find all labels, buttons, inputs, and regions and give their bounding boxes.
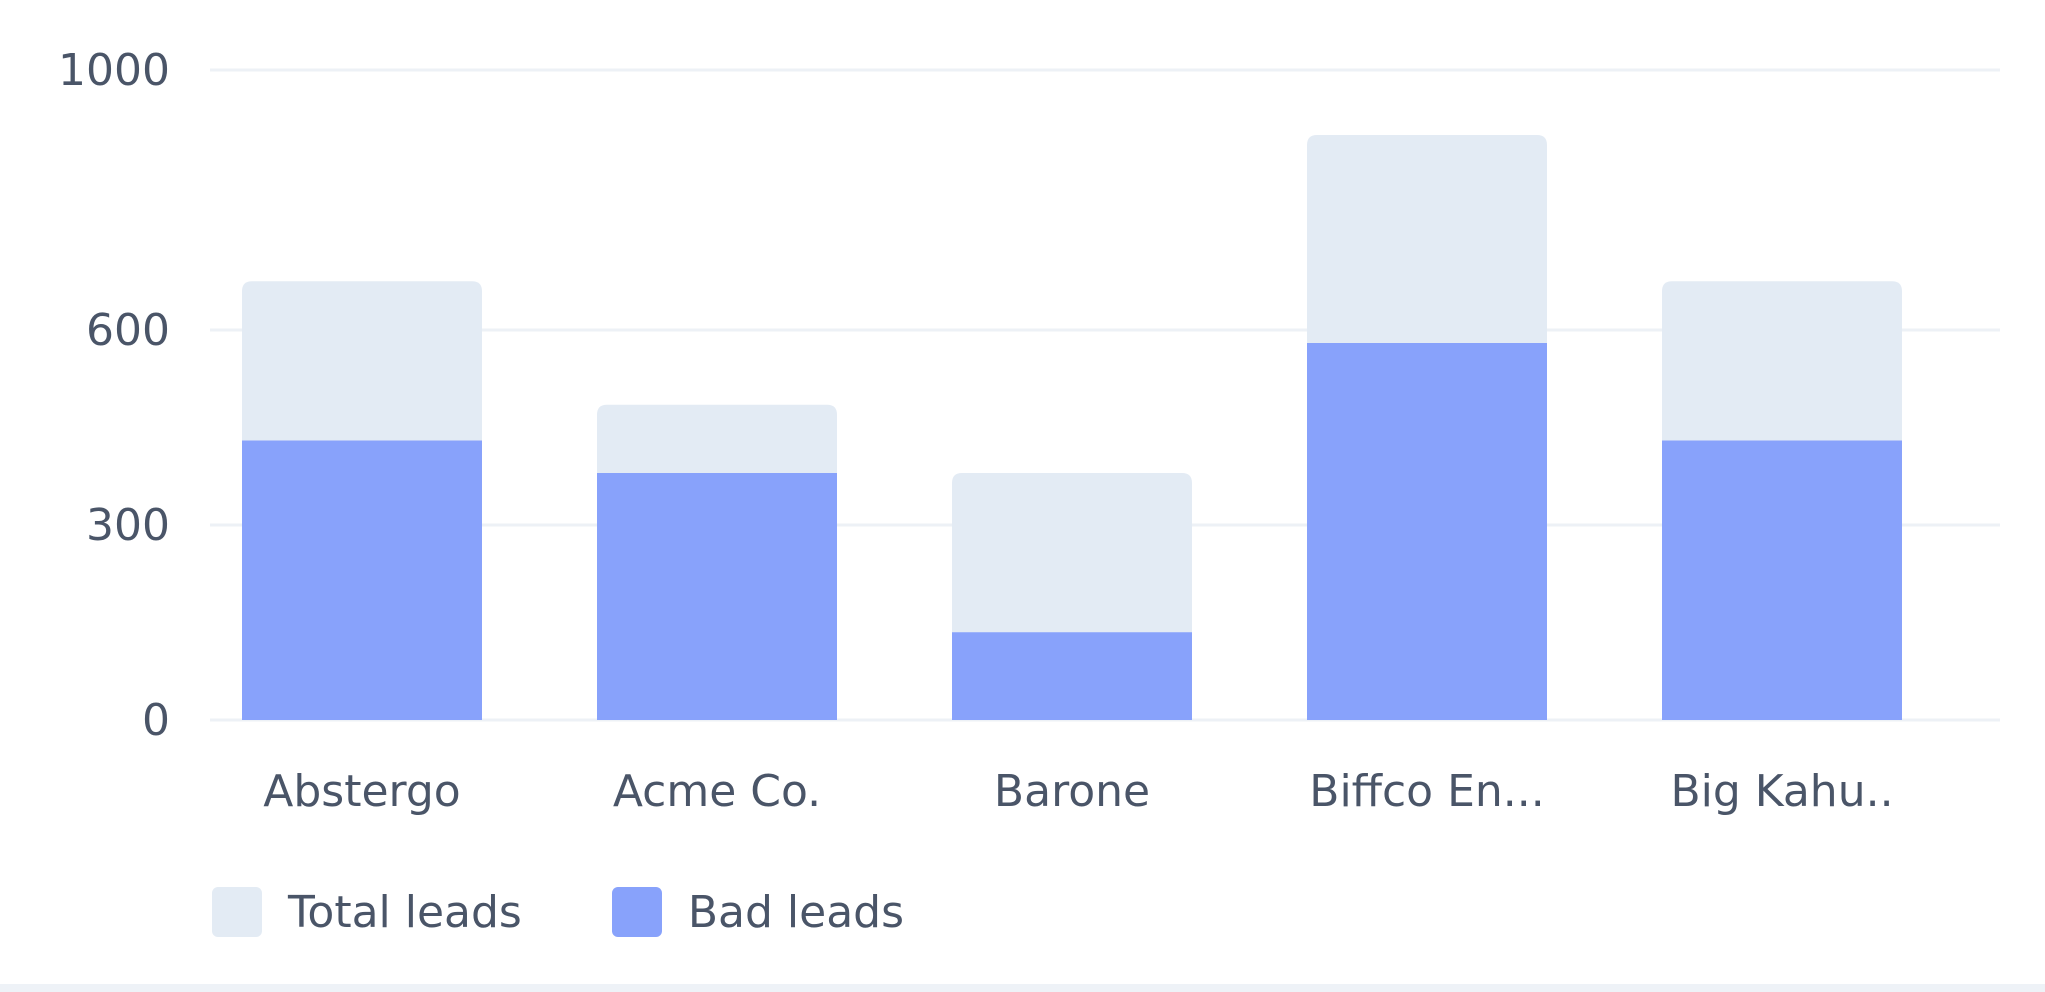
x-tick-label: Abstergo xyxy=(263,766,460,817)
bar-bad-leads-3[interactable] xyxy=(1307,343,1547,720)
legend-swatch-bad-leads xyxy=(611,887,662,937)
y-tick-label: 1000 xyxy=(58,45,170,96)
bar-chart: 0 300 600 1000 Abstergo Acme Co. Barone Biffco… xyxy=(58,45,2000,817)
x-axis-ticks: Abstergo Acme Co. Barone Biffco En... Big Ka… xyxy=(263,766,1893,817)
y-tick-label: 600 xyxy=(86,305,170,356)
legend-label-total-leads: Total leads xyxy=(288,886,522,938)
x-tick-label: Barone xyxy=(994,766,1150,817)
x-tick-label: Big Kahu.. xyxy=(1670,766,1893,817)
x-tick-label: Biffco En... xyxy=(1309,766,1544,817)
chart-card: 0 300 600 1000 Abstergo Acme Co. Barone Biffco… xyxy=(0,0,2045,992)
y-tick-label: 300 xyxy=(86,500,170,551)
bar-bad-leads-1[interactable] xyxy=(597,473,837,720)
bar-bad-leads-2[interactable] xyxy=(952,632,1192,720)
bars xyxy=(242,135,1902,720)
y-axis-ticks: 0 300 600 1000 xyxy=(58,45,170,746)
y-tick-label: 0 xyxy=(142,695,170,746)
bar-bad-leads-0[interactable] xyxy=(242,440,482,721)
legend-item-total-leads[interactable]: Total leads xyxy=(212,887,522,938)
legend-item-bad-leads[interactable]: Bad leads xyxy=(611,886,905,938)
chart-legend: Total leads Bad leads xyxy=(212,880,994,944)
bar-bad-leads-4[interactable] xyxy=(1662,440,1902,721)
x-tick-label: Acme Co. xyxy=(613,766,821,817)
legend-swatch-total-leads xyxy=(212,887,262,937)
legend-label-bad-leads: Bad leads xyxy=(687,886,905,938)
